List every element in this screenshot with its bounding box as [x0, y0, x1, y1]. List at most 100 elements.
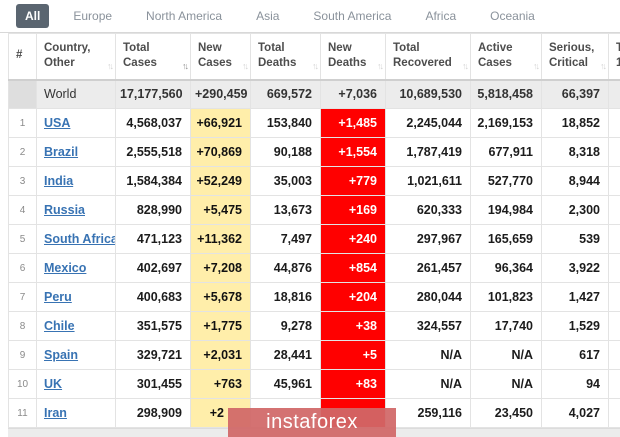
- column-label: New Deaths: [328, 41, 367, 70]
- column-header-country[interactable]: Country, Other ↑↓: [36, 33, 116, 81]
- country-link[interactable]: Russia: [44, 203, 85, 217]
- column-label: Serious, Critical: [549, 41, 595, 70]
- country-cell: India: [36, 166, 116, 196]
- total-cases-cell: 471,123: [115, 224, 191, 254]
- country-link[interactable]: Chile: [44, 319, 75, 333]
- new-cases-cell: +7,208: [190, 253, 251, 283]
- rank-cell: 1: [8, 108, 37, 138]
- new-deaths-cell: +83: [320, 369, 386, 399]
- rank-cell: 11: [8, 398, 37, 428]
- rank-cell: [8, 79, 37, 109]
- total-cases-cell: 1,584,384: [115, 166, 191, 196]
- total-cases-cell: 2,555,518: [115, 137, 191, 167]
- total-deaths-cell: 45,961: [250, 369, 321, 399]
- cases-per-1m-cell: [608, 311, 620, 341]
- new-deaths-cell: +5: [320, 340, 386, 370]
- total-deaths-cell: 153,840: [250, 108, 321, 138]
- column-header-num: #: [8, 33, 37, 81]
- country-link[interactable]: UK: [44, 377, 62, 391]
- country-link[interactable]: South Africa: [44, 232, 115, 246]
- cases-per-1m-cell: [608, 253, 620, 283]
- active-cases-cell: 165,659: [470, 224, 542, 254]
- tab-oceania[interactable]: Oceania: [480, 4, 545, 28]
- new-cases-cell: +290,459: [190, 79, 251, 109]
- serious-critical-cell: 8,944: [541, 166, 609, 196]
- tab-south-america[interactable]: South America: [303, 4, 401, 28]
- rank-cell: 8: [8, 311, 37, 341]
- tab-all[interactable]: All: [16, 4, 50, 28]
- column-header-total_deaths[interactable]: Total Deaths ↑↓: [250, 33, 321, 81]
- column-header-cases_per_1m[interactable]: Tot Cases/1M pop↑↓: [608, 33, 620, 81]
- country-cell: Chile: [36, 311, 116, 341]
- sort-icon: ↑↓: [533, 60, 540, 71]
- cases-per-1m-cell: [608, 340, 620, 370]
- tab-africa[interactable]: Africa: [415, 4, 466, 28]
- cases-per-1m-cell: [608, 282, 620, 312]
- total-recovered-cell: 280,044: [385, 282, 471, 312]
- column-header-new_cases[interactable]: New Cases ↑↓: [190, 33, 251, 81]
- active-cases-cell: N/A: [470, 340, 542, 370]
- active-cases-cell: 677,911: [470, 137, 542, 167]
- country-link[interactable]: Mexico: [44, 261, 86, 275]
- total-recovered-cell: 2,245,044: [385, 108, 471, 138]
- country-link[interactable]: Spain: [44, 348, 78, 362]
- total-cases-cell: 402,697: [115, 253, 191, 283]
- column-header-total_cases[interactable]: Total Cases ↑↓: [115, 33, 191, 81]
- serious-critical-cell: 1,427: [541, 282, 609, 312]
- total-cases-cell: 298,909: [115, 398, 191, 428]
- tab-europe[interactable]: Europe: [63, 4, 122, 28]
- serious-critical-cell: 3,922: [541, 253, 609, 283]
- sort-icon: ↑↓: [600, 60, 607, 71]
- active-cases-cell: 101,823: [470, 282, 542, 312]
- table-row: 9 Spain 329,721 +2,031 28,441 +5 N/A N/A 617: [8, 340, 620, 370]
- table-row: 1 USA 4,568,037 +66,921 153,840 +1,485 2,245,0…: [8, 108, 620, 138]
- country-cell: South Africa: [36, 224, 116, 254]
- new-cases-cell: +1,775: [190, 311, 251, 341]
- instaforex-watermark: instaforex: [228, 408, 396, 437]
- serious-critical-cell: 4,027: [541, 398, 609, 428]
- serious-critical-cell: 66,397: [541, 79, 609, 109]
- cases-per-1m-cell: [608, 108, 620, 138]
- total-deaths-cell: 669,572: [250, 79, 321, 109]
- covid-stats-table-wrap: # Country, Other ↑↓ Total Cases ↑↓ New Cases ↑↓ To…: [8, 33, 620, 428]
- new-cases-cell: +5,475: [190, 195, 251, 225]
- active-cases-cell: 23,450: [470, 398, 542, 428]
- country-cell: Iran: [36, 398, 116, 428]
- new-cases-cell: +763: [190, 369, 251, 399]
- table-row: 4 Russia 828,990 +5,475 13,673 +169 620,333 194…: [8, 195, 620, 225]
- column-header-serious_critical[interactable]: Serious, Critical ↑↓: [541, 33, 609, 81]
- active-cases-cell: 96,364: [470, 253, 542, 283]
- new-cases-cell: +11,362: [190, 224, 251, 254]
- country-link[interactable]: USA: [44, 116, 70, 130]
- column-header-new_deaths[interactable]: New Deaths ↑↓: [320, 33, 386, 81]
- cases-per-1m-cell: [608, 398, 620, 428]
- sort-icon: ↑↓: [312, 60, 319, 71]
- country-link[interactable]: Brazil: [44, 145, 78, 159]
- country-link[interactable]: Peru: [44, 290, 72, 304]
- cases-per-1m-cell: [608, 166, 620, 196]
- cases-per-1m-cell: [608, 79, 620, 109]
- column-label: #: [16, 49, 23, 62]
- total-recovered-cell: 10,689,530: [385, 79, 471, 109]
- country-link[interactable]: Iran: [44, 406, 67, 420]
- tab-north-america[interactable]: North America: [136, 4, 232, 28]
- cases-per-1m-cell: [608, 195, 620, 225]
- rank-cell: 4: [8, 195, 37, 225]
- new-cases-cell: +52,249: [190, 166, 251, 196]
- new-deaths-cell: +854: [320, 253, 386, 283]
- country-link[interactable]: India: [44, 174, 73, 188]
- serious-critical-cell: 1,529: [541, 311, 609, 341]
- rank-cell: 3: [8, 166, 37, 196]
- column-header-total_recovered[interactable]: Total Recovered ↑↓: [385, 33, 471, 81]
- total-cases-cell: 4,568,037: [115, 108, 191, 138]
- table-row: 10 UK 301,455 +763 45,961 +83 N/A N/A 94: [8, 369, 620, 399]
- total-deaths-cell: 18,816: [250, 282, 321, 312]
- total-deaths-cell: 7,497: [250, 224, 321, 254]
- total-cases-cell: 17,177,560: [115, 79, 191, 109]
- column-header-active_cases[interactable]: Active Cases ↑↓: [470, 33, 542, 81]
- rank-cell: 5: [8, 224, 37, 254]
- tab-asia[interactable]: Asia: [246, 4, 289, 28]
- total-recovered-cell: 261,457: [385, 253, 471, 283]
- country-cell: Spain: [36, 340, 116, 370]
- country-cell: Mexico: [36, 253, 116, 283]
